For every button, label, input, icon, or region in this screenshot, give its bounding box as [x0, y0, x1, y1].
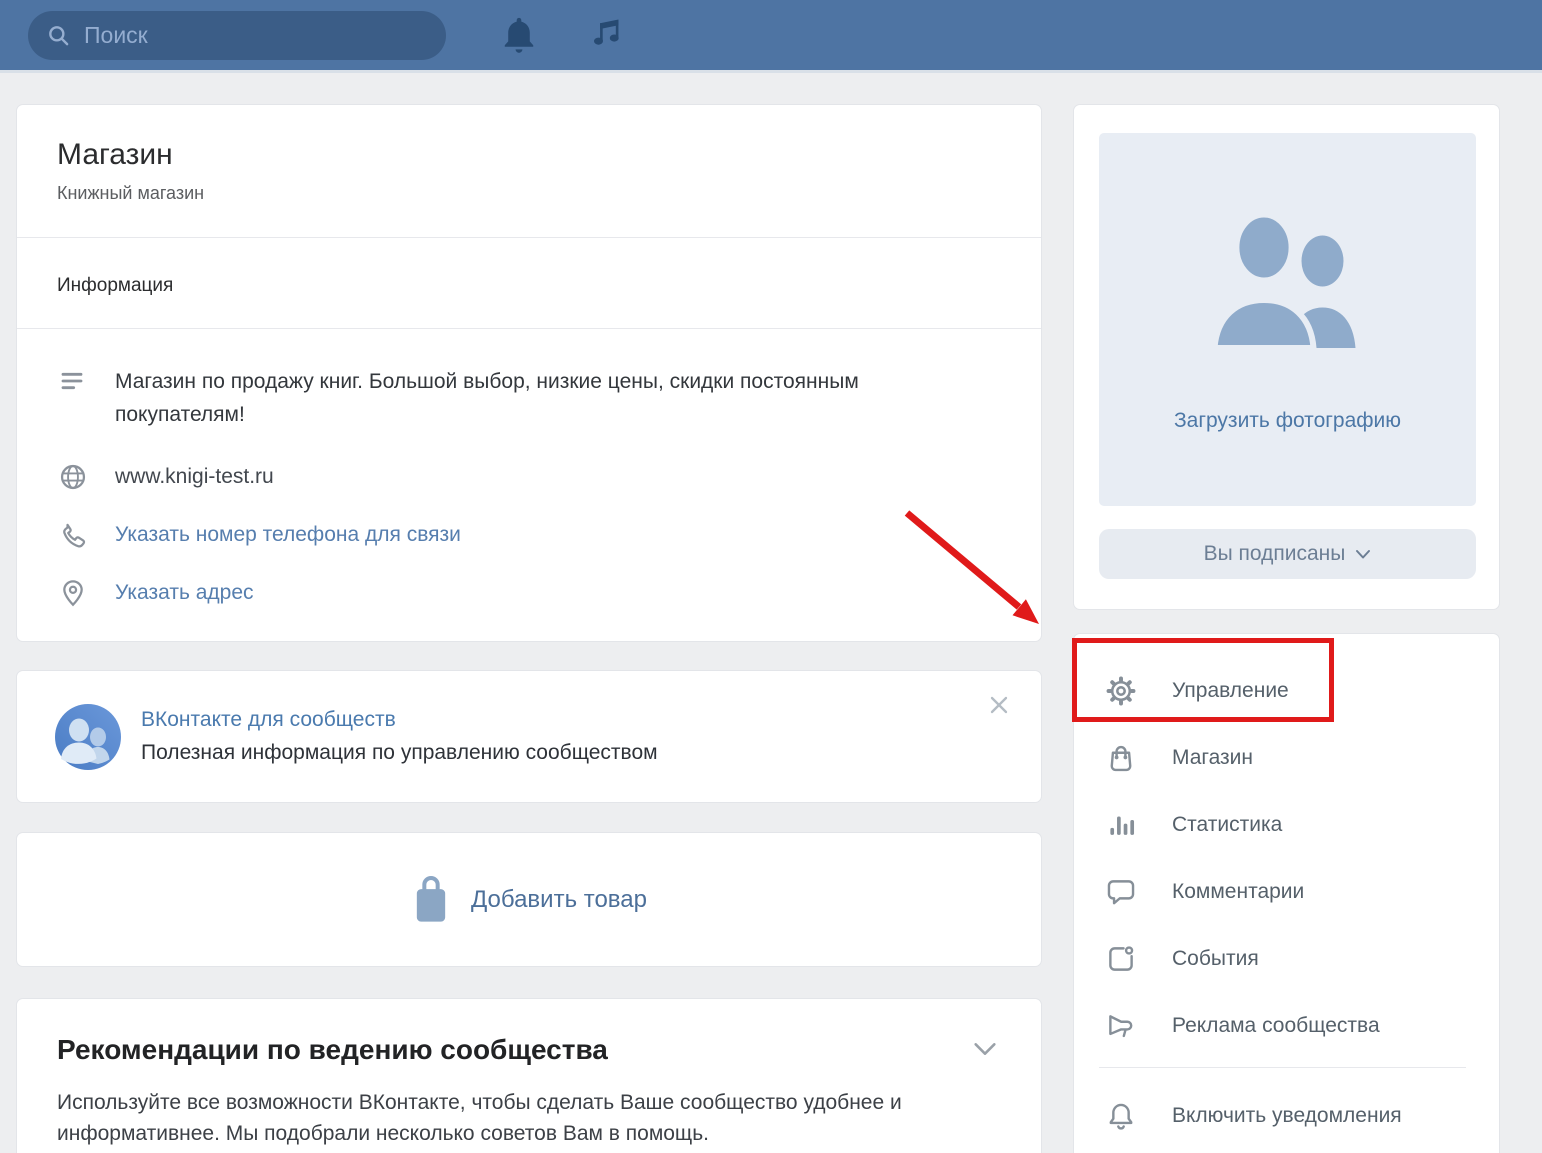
add-address-link[interactable]: Указать адрес	[115, 579, 254, 607]
address-row: Указать адрес	[17, 577, 1041, 609]
vk-community-page: Магазин Книжный магазин Информация Магаз…	[0, 0, 1542, 1153]
menu-item-shop[interactable]: Магазин	[1074, 724, 1499, 791]
add-product-button[interactable]: Добавить товар	[16, 832, 1042, 967]
community-admin-menu: Управление Магазин Статистика Комме	[1073, 633, 1500, 1153]
menu-item-label: Реклама сообщества	[1172, 1014, 1380, 1038]
menu-item-label: Комментарии	[1172, 880, 1304, 904]
recommendations-card: Рекомендации по ведению сообщества Испол…	[16, 998, 1042, 1153]
shopping-bag-icon	[411, 873, 451, 927]
promo-texts: ВКонтакте для сообществ Полезная информа…	[141, 708, 658, 765]
bell-icon	[1104, 1099, 1138, 1133]
music-icon[interactable]	[583, 12, 625, 58]
close-icon[interactable]	[987, 693, 1011, 717]
community-type: Книжный магазин	[57, 181, 1001, 205]
phone-row: Указать номер телефона для связи	[17, 519, 1041, 551]
community-description: Магазин по продажу книг. Большой выбор, …	[115, 365, 885, 431]
info-section-header: Информация	[17, 238, 1041, 329]
menu-divider	[1099, 1067, 1466, 1068]
community-title: Магазин	[57, 137, 1001, 173]
promo-title-link[interactable]: ВКонтакте для сообществ	[141, 708, 658, 731]
text-lines-icon	[57, 365, 89, 397]
community-photo-card: Загрузить фотографию Вы подписаны	[1073, 104, 1500, 610]
subscribed-button[interactable]: Вы подписаны	[1099, 529, 1476, 579]
megaphone-icon	[1104, 1009, 1138, 1043]
phone-icon	[57, 519, 89, 551]
top-navigation-bar	[0, 0, 1542, 73]
shopping-bag-icon	[1104, 741, 1138, 775]
promo-subtitle: Полезная информация по управлению сообще…	[141, 740, 658, 765]
website-link[interactable]: www.knigi-test.ru	[115, 463, 274, 491]
website-row: www.knigi-test.ru	[17, 461, 1041, 493]
vk-for-communities-card: ВКонтакте для сообществ Полезная информа…	[16, 670, 1042, 803]
chevron-down-icon	[1355, 549, 1371, 560]
chevron-down-icon[interactable]	[971, 1039, 999, 1059]
menu-item-label: События	[1172, 947, 1259, 971]
description-row: Магазин по продажу книг. Большой выбор, …	[17, 365, 1041, 431]
community-info-card: Магазин Книжный магазин Информация Магаз…	[16, 104, 1042, 642]
subscribed-label: Вы подписаны	[1204, 542, 1346, 566]
gear-icon	[1104, 674, 1138, 708]
recommendations-body: Используйте все возможности ВКонтакте, ч…	[57, 1087, 1001, 1149]
search-box[interactable]	[28, 11, 446, 60]
menu-item-label: Управление	[1172, 679, 1289, 703]
globe-icon	[57, 461, 89, 493]
menu-item-comments[interactable]: Комментарии	[1074, 858, 1499, 925]
community-header: Магазин Книжный магазин	[17, 105, 1041, 238]
menu-item-manage[interactable]: Управление	[1074, 657, 1499, 724]
add-phone-link[interactable]: Указать номер телефона для связи	[115, 521, 461, 549]
menu-item-label: Магазин	[1172, 746, 1253, 770]
notifications-bell-icon[interactable]	[496, 12, 542, 60]
menu-item-events[interactable]: События	[1074, 925, 1499, 992]
search-icon	[46, 23, 72, 49]
menu-item-enable-notifications[interactable]: Включить уведомления	[1074, 1082, 1499, 1149]
upload-photo-link[interactable]: Загрузить фотографию	[1174, 409, 1401, 433]
menu-item-statistics[interactable]: Статистика	[1074, 791, 1499, 858]
menu-item-label: Статистика	[1172, 813, 1282, 837]
bar-chart-icon	[1104, 808, 1138, 842]
menu-item-community-ads[interactable]: Реклама сообщества	[1074, 992, 1499, 1059]
upload-photo-area[interactable]: Загрузить фотографию	[1099, 133, 1476, 506]
info-body: Магазин по продажу книг. Большой выбор, …	[17, 329, 1041, 609]
location-pin-icon	[57, 577, 89, 609]
comment-icon	[1104, 875, 1138, 909]
two-people-icon	[1198, 207, 1378, 357]
search-input[interactable]	[84, 22, 428, 49]
menu-item-label: Включить уведомления	[1172, 1104, 1402, 1128]
recommendations-title: Рекомендации по ведению сообщества	[57, 1033, 1001, 1067]
community-avatar[interactable]	[55, 704, 121, 770]
events-icon	[1104, 942, 1138, 976]
add-product-label: Добавить товар	[471, 886, 647, 914]
